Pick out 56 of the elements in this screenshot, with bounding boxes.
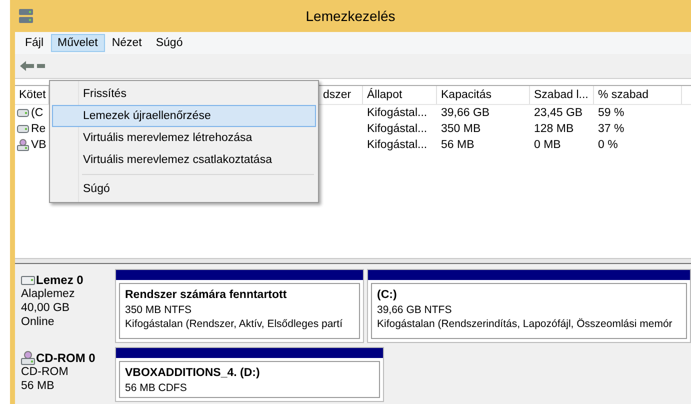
disk-name: Lemez 0 [36, 273, 84, 287]
menu-entry[interactable]: Virtuális merevlemez csatlakoztatása [52, 149, 316, 171]
menu-entry[interactable]: Virtuális merevlemez létrehozása [52, 127, 316, 149]
menu-entry[interactable]: Súgó [52, 178, 316, 200]
partition-name: (C:) [377, 288, 398, 303]
disk-management-icon [18, 8, 34, 24]
table-cell-text: 350 MB [440, 123, 482, 135]
table-cell: VB [15, 139, 49, 151]
partition-name: Rendszer számára fenntartott [125, 288, 288, 303]
table-cell-text: Kifogástal... [366, 123, 428, 135]
table-cell: Re [15, 123, 49, 135]
table-cell-text: Kifogástal... [366, 139, 428, 151]
disk-info: 56 MB [21, 379, 56, 393]
drive-icon [21, 276, 35, 284]
cd-drive-icon [21, 351, 35, 365]
column-header[interactable]: Kapacitás [437, 86, 530, 104]
table-cell: (C [15, 107, 49, 119]
partition-status: Kifogástalan (Rendszerindítás, Lapozófájl, Összeomlási memór [377, 317, 674, 331]
table-cell-text: 59 % [597, 107, 626, 119]
disk-info: CD-ROM [21, 365, 70, 379]
table-cell-text: 37 % [597, 123, 626, 135]
drive-icon [17, 125, 29, 133]
window-title: Lemezkezelés [304, 8, 396, 24]
partition-name: VBOXADDITIONS_4. (D:) [125, 366, 261, 381]
back-arrow-icon[interactable] [19, 60, 35, 72]
table-cell-text: 23,45 GB [533, 107, 584, 119]
column-header[interactable]: Szabad l... [530, 86, 594, 104]
partition-size: 39,66 GB NTFS [377, 303, 453, 317]
partition-block[interactable]: VBOXADDITIONS_4. (D:) 56 MB CDFS [115, 347, 384, 402]
table-cell-text: 0 % [597, 139, 619, 151]
partition-size: 56 MB CDFS [125, 381, 188, 395]
cd-drive-icon [17, 139, 29, 151]
menu-entry[interactable]: Lemezek újraellenőrzése [52, 105, 316, 127]
menu-item[interactable]: Nézet [104, 34, 149, 52]
drive-icon [17, 109, 29, 117]
table-cell-text: 0 MB [533, 139, 562, 151]
table-cell-text: 39,66 GB [440, 107, 491, 119]
disk-name: CD-ROM 0 [36, 351, 96, 365]
disk-info: Online [21, 315, 56, 329]
table-cell-text: 128 MB [533, 123, 575, 135]
column-header[interactable]: % szabad [594, 86, 682, 104]
partition-block[interactable]: Rendszer számára fenntartott 350 MB NTFS Kifogástalan (Rendszer, Aktív, Elsődleges partí [115, 269, 364, 343]
disk-label-panel[interactable]: Lemez 0 Alaplemez 40,00 GB Online [15, 269, 115, 343]
table-cell-text: Kifogástal... [366, 107, 428, 119]
menu-item[interactable]: Művelet [50, 34, 105, 52]
table-cell-text: 56 MB [440, 139, 476, 151]
disk-label-panel[interactable]: CD-ROM 0 CD-ROM 56 MB [15, 347, 115, 402]
menu-item[interactable]: Súgó [148, 34, 190, 52]
menu-item[interactable]: Fájl [18, 34, 51, 52]
disk-info: 40,00 GB [21, 301, 71, 315]
partition-block[interactable]: (C:) 39,66 GB NTFS Kifogástalan (Rendszerindítás, Lapozófájl, Összeomlási memór [367, 269, 691, 343]
partition-size: 350 MB NTFS [125, 303, 193, 317]
menu-entry[interactable]: Frissítés [52, 83, 316, 105]
column-header[interactable]: Állapot [363, 86, 437, 104]
disk-info: Alaplemez [21, 287, 76, 301]
partition-status: Kifogástalan (Rendszer, Aktív, Elsődleges partí [125, 317, 344, 331]
